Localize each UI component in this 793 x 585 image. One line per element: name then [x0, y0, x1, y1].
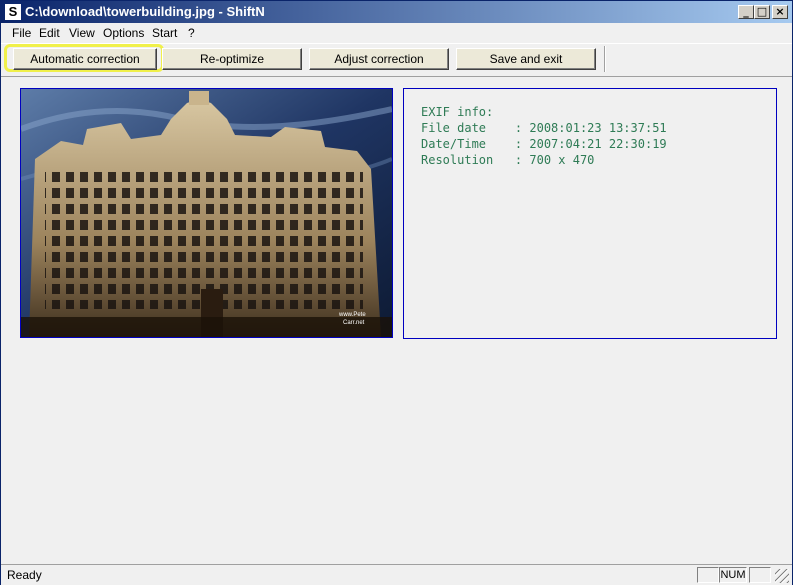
maximize-button[interactable]: □ — [754, 5, 770, 19]
exif-date-time: Date/Time : 2007:04:21 22:30:19 — [421, 137, 667, 151]
menu-file[interactable]: File — [12, 26, 31, 40]
status-panel-caps — [697, 567, 719, 583]
menu-options[interactable]: Options — [103, 26, 144, 40]
app-window: S C:\download\towerbuilding.jpg - ShiftN… — [0, 0, 793, 585]
close-button[interactable]: × — [772, 5, 788, 19]
reoptimize-button[interactable]: Re-optimize — [162, 48, 302, 70]
minimize-button[interactable]: _ — [738, 5, 754, 19]
status-panel-scroll — [749, 567, 771, 583]
automatic-correction-button[interactable]: Automatic correction — [13, 48, 157, 70]
adjust-correction-button[interactable]: Adjust correction — [309, 48, 449, 70]
watermark-line1: www.Pete — [338, 312, 366, 318]
status-bar: Ready NUM — [1, 564, 792, 585]
status-text: Ready — [7, 568, 42, 582]
exif-resolution: Resolution : 700 x 470 — [421, 153, 595, 167]
toolbar-separator — [604, 46, 606, 72]
menu-view[interactable]: View — [69, 26, 95, 40]
app-icon[interactable]: S — [5, 4, 21, 20]
title-bar[interactable]: S C:\download\towerbuilding.jpg - ShiftN… — [1, 1, 792, 23]
window-title: C:\download\towerbuilding.jpg - ShiftN — [25, 4, 265, 19]
num-lock-indicator: NUM — [719, 567, 747, 583]
exif-heading: EXIF info: — [421, 105, 494, 119]
image-preview[interactable]: www.Pete Carr.net — [20, 88, 393, 338]
toolbar: Automatic correction Re-optimize Adjust … — [1, 43, 792, 77]
watermark-line2: Carr.net — [343, 320, 365, 326]
resize-grip-icon[interactable] — [775, 569, 789, 583]
menu-help[interactable]: ? — [188, 26, 195, 40]
building-photo: www.Pete Carr.net — [21, 89, 392, 337]
save-and-exit-button[interactable]: Save and exit — [456, 48, 596, 70]
exif-panel: EXIF info: File date : 2008:01:23 13:37:… — [403, 88, 777, 339]
menu-bar: File Edit View Options Start ? — [1, 23, 792, 41]
exif-file-date: File date : 2008:01:23 13:37:51 — [421, 121, 667, 135]
menu-edit[interactable]: Edit — [39, 26, 60, 40]
menu-start[interactable]: Start — [152, 26, 177, 40]
